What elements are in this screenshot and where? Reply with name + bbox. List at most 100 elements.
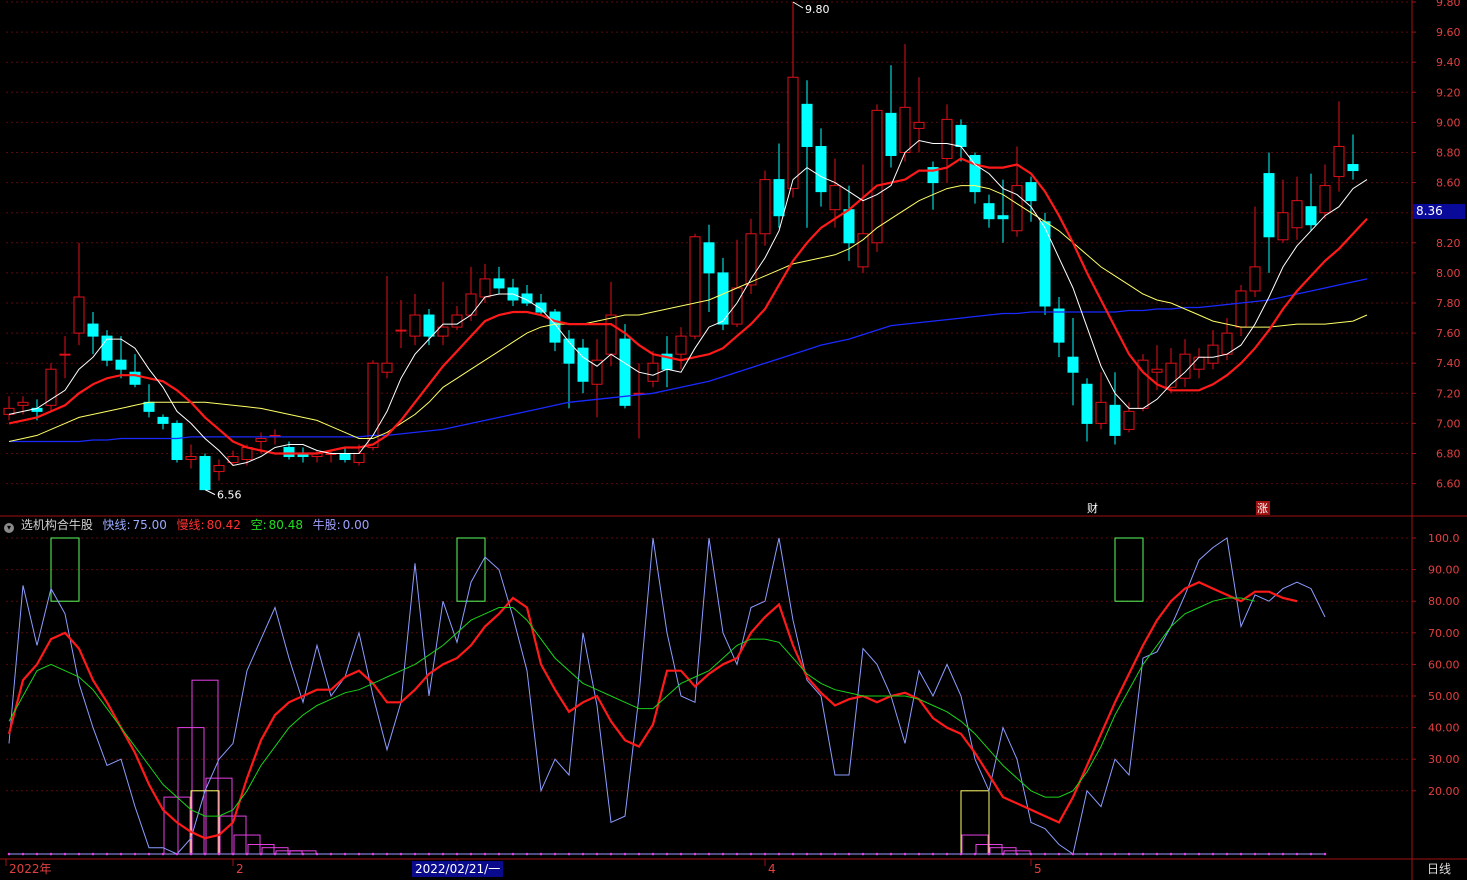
low-marker [204, 489, 216, 496]
candle-body [409, 314, 421, 337]
candle [1291, 176, 1303, 240]
bull-dot [735, 852, 739, 856]
candle [773, 143, 785, 228]
candle-body [255, 437, 267, 442]
indicator-menu-icon[interactable]: ▾ [4, 523, 14, 533]
bull-dot [1295, 852, 1299, 856]
main-y-tick-label: 7.00 [1436, 417, 1461, 430]
bull-dot [1015, 852, 1019, 856]
candle-body [199, 456, 211, 491]
candle [1081, 378, 1093, 442]
bull-dot [119, 852, 123, 856]
empty-line-value: 80.48 [268, 518, 303, 532]
bull-dot [693, 852, 697, 856]
bull-dot [301, 852, 305, 856]
indicator-bar [191, 679, 219, 855]
bull-dot [1169, 852, 1173, 856]
bull-dot [147, 852, 151, 856]
bull-dot [357, 852, 361, 856]
candle [3, 396, 15, 421]
period-selector[interactable]: 日线 [1427, 861, 1451, 877]
candle-body [535, 302, 547, 313]
bull-dot [567, 852, 571, 856]
candle-body [171, 422, 183, 461]
bull-dot [161, 852, 165, 856]
candle [1123, 402, 1135, 433]
candle [521, 284, 533, 307]
bull-dot [1267, 852, 1271, 856]
candle [465, 266, 477, 322]
candle-body [115, 359, 127, 370]
candle [157, 414, 169, 430]
candle-body [157, 416, 169, 424]
main-y-tick-label: 8.00 [1436, 267, 1461, 280]
main-y-tick-label: 8.20 [1436, 237, 1461, 250]
bull-dot [987, 852, 991, 856]
bull-dot [595, 852, 599, 856]
candle-body [1067, 356, 1079, 373]
bull-dot [175, 852, 179, 856]
bull-dot [889, 852, 893, 856]
candle [73, 242, 85, 346]
bull-dot [833, 852, 837, 856]
candle-body [731, 287, 743, 325]
fast-line-label: 快线: [102, 518, 131, 532]
bull-dot [623, 852, 627, 856]
candle-body [1277, 212, 1289, 241]
bull-dot [875, 852, 879, 856]
bull-dot [77, 852, 81, 856]
current-price-tag: 8.36 [1413, 204, 1465, 219]
bull-dot [973, 852, 977, 856]
candle-body [1123, 410, 1135, 430]
bull-dot [777, 852, 781, 856]
indicator-y-tick-label: 30.00 [1428, 753, 1460, 766]
candle [549, 309, 561, 352]
bull-dot [847, 852, 851, 856]
candle [493, 266, 505, 294]
candle-body [1319, 185, 1331, 214]
bull-dot [553, 852, 557, 856]
bull-dot [651, 852, 655, 856]
candle [1235, 284, 1247, 337]
bull-dot [637, 852, 641, 856]
candle [171, 420, 183, 463]
candle [395, 299, 407, 349]
candle [843, 185, 855, 261]
main-y-tick-label: 7.20 [1436, 387, 1461, 400]
candle-body [1081, 383, 1093, 424]
candle [577, 339, 589, 394]
bull-dot [49, 852, 53, 856]
candle [115, 336, 127, 379]
chart-canvas[interactable]: 9.809.609.409.209.008.808.608.408.208.00… [0, 0, 1467, 880]
candle [871, 104, 883, 252]
indicator-y-tick-label: 80.00 [1428, 595, 1460, 608]
bull-dot [343, 852, 347, 856]
bull-dot [91, 852, 95, 856]
empty-line-label: 空: [250, 518, 267, 532]
candle [1011, 146, 1023, 237]
candle [213, 459, 225, 481]
indicator-name[interactable]: 选机构合牛股 [21, 518, 93, 532]
bull-dot [1001, 852, 1005, 856]
candle [1179, 339, 1191, 388]
candle-body [45, 368, 57, 406]
bull-dot [483, 852, 487, 856]
candle [451, 306, 463, 331]
candle [339, 447, 351, 463]
bull-dot [1225, 852, 1229, 856]
candle-body [17, 401, 29, 406]
candle-body [745, 233, 757, 286]
bull-dot [399, 852, 403, 856]
bull-dot [1239, 852, 1243, 856]
candle [1053, 296, 1065, 358]
bull-line-value: 0.00 [342, 518, 370, 532]
bull-dot [945, 852, 949, 856]
bull-dot [413, 852, 417, 856]
candle-body [1263, 173, 1275, 238]
candle-body [129, 371, 141, 385]
main-y-tick-label: 6.60 [1436, 478, 1461, 491]
bull-dot [1029, 852, 1033, 856]
bull-dot [665, 852, 669, 856]
candle-body [1221, 332, 1233, 355]
candle-body [73, 296, 85, 334]
